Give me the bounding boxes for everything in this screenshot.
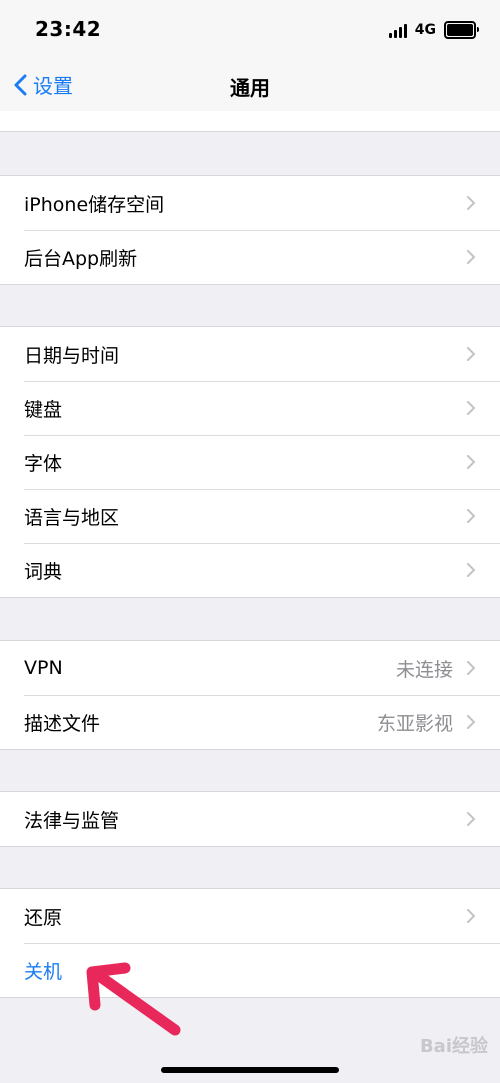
- settings-group-legal: 法律与监管: [0, 791, 500, 847]
- status-bar: 23:42 4G: [0, 0, 500, 58]
- settings-group-locale: 日期与时间 键盘 字体 语言与地区 词典: [0, 326, 500, 598]
- list-item-label: 日期与时间: [24, 344, 120, 367]
- chevron-right-icon: [467, 196, 475, 210]
- battery-icon: [444, 21, 479, 39]
- list-item-vpn[interactable]: VPN 未连接: [0, 641, 500, 695]
- list-item-label: 词典: [24, 560, 63, 583]
- list-item-date-time[interactable]: 日期与时间: [0, 327, 500, 381]
- status-indicators: 4G: [388, 20, 479, 40]
- status-time: 23:42: [35, 17, 102, 41]
- chevron-right-icon: [467, 347, 475, 361]
- chevron-right-icon: [467, 715, 475, 729]
- list-item-profiles[interactable]: 描述文件 东亚影视: [0, 695, 500, 749]
- chevron-right-icon: [467, 455, 475, 469]
- list-item-label: 字体: [24, 452, 63, 475]
- chevron-right-icon: [467, 812, 475, 826]
- home-indicator[interactable]: [161, 1067, 339, 1073]
- network-type: 4G: [414, 22, 436, 38]
- list-item-partial[interactable]: [0, 111, 500, 132]
- watermark: Bai经验: [419, 1036, 488, 1057]
- settings-group-vpn: VPN 未连接 描述文件 东亚影视: [0, 640, 500, 750]
- chevron-right-icon: [467, 661, 475, 675]
- list-item-label: VPN: [24, 657, 63, 679]
- list-item-label: 描述文件: [24, 712, 101, 735]
- chevron-right-icon: [467, 509, 475, 523]
- annotation-arrow-icon: [86, 962, 181, 1036]
- settings-group-reset: 还原 关机: [0, 888, 500, 998]
- settings-group-storage: iPhone储存空间 后台App刷新: [0, 175, 500, 285]
- chevron-right-icon: [467, 250, 475, 264]
- cellular-signal-icon: [388, 22, 407, 38]
- list-item-reset[interactable]: 还原: [0, 889, 500, 943]
- shut-down-label: 关机: [24, 960, 63, 983]
- list-item-dictionary[interactable]: 词典: [0, 543, 500, 597]
- list-item-label: 语言与地区: [24, 506, 120, 529]
- list-item-iphone-storage[interactable]: iPhone储存空间: [0, 176, 500, 230]
- list-item-keyboard[interactable]: 键盘: [0, 381, 500, 435]
- list-item-background-app-refresh[interactable]: 后台App刷新: [0, 230, 500, 284]
- profile-name-value: 东亚影视: [376, 712, 453, 735]
- list-item-label: iPhone储存空间: [24, 193, 165, 216]
- chevron-right-icon: [467, 401, 475, 415]
- list-item-fonts[interactable]: 字体: [0, 435, 500, 489]
- list-item-label: 后台App刷新: [24, 247, 138, 270]
- list-item-label: 法律与监管: [24, 809, 120, 832]
- page-title: 通用: [230, 76, 270, 100]
- list-item-label: 键盘: [24, 398, 63, 421]
- vpn-status-value: 未连接: [395, 658, 453, 681]
- list-item-label: 还原: [24, 906, 63, 929]
- list-item-language-region[interactable]: 语言与地区: [0, 489, 500, 543]
- chevron-right-icon: [467, 563, 475, 577]
- shut-down-button[interactable]: 关机: [0, 943, 500, 997]
- navigation-bar: 设置 通用: [0, 58, 500, 112]
- chevron-right-icon: [467, 909, 475, 923]
- list-item-legal-regulatory[interactable]: 法律与监管: [0, 792, 500, 846]
